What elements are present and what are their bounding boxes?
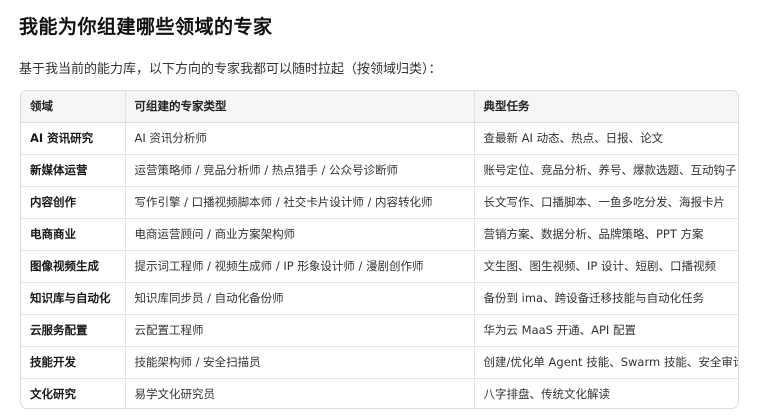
- cell-domain: 电商商业: [21, 218, 126, 251]
- cell-tasks: 八字排盘、传统文化解读: [483, 387, 611, 402]
- header-domain: 领域: [21, 91, 126, 123]
- header-tasks: 典型任务: [474, 91, 738, 123]
- cell-experts: 知识库同步员 / 自动化备份师: [125, 282, 475, 315]
- cell-experts: 云配置工程师: [125, 314, 475, 347]
- table-row: 电商商业 电商运营顾问 / 商业方案架构师 营销方案、数据分析、品牌策略、PPT…: [21, 218, 738, 251]
- table-row: 文化研究 易学文化研究员 八字排盘、传统文化解读: [21, 378, 738, 408]
- cell-tasks: 文生图、图生视频、IP 设计、短剧、口播视频: [474, 250, 738, 283]
- cell-domain: 新媒体运营: [21, 154, 126, 187]
- cell-experts: 写作引擎 / 口播视频脚本师 / 社交卡片设计师 / 内容转化师: [125, 186, 475, 219]
- cell-domain: 文化研究: [21, 378, 126, 408]
- page-title: 我能为你组建哪些领域的专家: [19, 16, 273, 38]
- cell-tasks: 账号定位、竞品分析、养号、爆款选题、互动钩子: [474, 154, 738, 187]
- table-header-row: 领域 可组建的专家类型 典型任务: [21, 91, 738, 123]
- intro-text: 基于我当前的能力库，以下方向的专家我都可以随时拉起（按领域归类）：: [19, 62, 442, 77]
- cell-domain: 云服务配置: [21, 314, 126, 347]
- table-row: AI 资讯研究 AI 资讯分析师 查最新 AI 动态、热点、日报、论文: [21, 122, 738, 155]
- cell-experts: AI 资讯分析师: [125, 122, 475, 155]
- table-row: 新媒体运营 运营策略师 / 竞品分析师 / 热点猎手 / 公众号诊断师 账号定位…: [21, 154, 738, 187]
- table-row: 云服务配置 云配置工程师 华为云 MaaS 开通、API 配置: [21, 314, 738, 347]
- cell-experts: 易学文化研究员: [125, 378, 475, 408]
- cell-tasks: 查最新 AI 动态、热点、日报、论文: [474, 122, 738, 155]
- table-row: 内容创作 写作引擎 / 口播视频脚本师 / 社交卡片设计师 / 内容转化师 长文…: [21, 186, 738, 219]
- cell-tasks: 华为云 MaaS 开通、API 配置: [474, 314, 738, 347]
- cell-experts: 技能架构师 / 安全扫描员: [125, 346, 475, 379]
- table-row: 图像视频生成 提示词工程师 / 视频生成师 / IP 形象设计师 / 漫剧创作师…: [21, 250, 738, 283]
- cell-domain: AI 资讯研究: [21, 122, 126, 155]
- expert-table: 领域 可组建的专家类型 典型任务 AI 资讯研究 AI 资讯分析师 查最新 AI…: [20, 90, 739, 409]
- cell-domain: 内容创作: [21, 186, 126, 219]
- cell-domain: 知识库与自动化: [21, 282, 126, 315]
- table-row: 知识库与自动化 知识库同步员 / 自动化备份师 备份到 ima、跨设备迁移技能与…: [21, 282, 738, 315]
- cell-tasks: 创建/优化单 Agent 技能、Swarm 技能、安全审计: [474, 346, 738, 379]
- cell-domain: 图像视频生成: [21, 250, 126, 283]
- cell-tasks: 备份到 ima、跨设备迁移技能与自动化任务: [474, 282, 738, 315]
- chat-message: 我能为你组建哪些领域的专家 基于我当前的能力库，以下方向的专家我都可以随时拉起（…: [0, 0, 781, 419]
- header-experts: 可组建的专家类型: [125, 91, 475, 123]
- cell-experts: 运营策略师 / 竞品分析师 / 热点猎手 / 公众号诊断师: [125, 154, 475, 187]
- cell-experts: 电商运营顾问 / 商业方案架构师: [125, 218, 475, 251]
- cell-experts: 提示词工程师 / 视频生成师 / IP 形象设计师 / 漫剧创作师: [125, 250, 475, 283]
- cell-domain: 技能开发: [21, 346, 126, 379]
- cell-tasks: 营销方案、数据分析、品牌策略、PPT 方案: [474, 218, 738, 251]
- cell-tasks: 长文写作、口播脚本、一鱼多吃分发、海报卡片: [474, 186, 738, 219]
- table-row: 技能开发 技能架构师 / 安全扫描员 创建/优化单 Agent 技能、Swarm…: [21, 346, 738, 379]
